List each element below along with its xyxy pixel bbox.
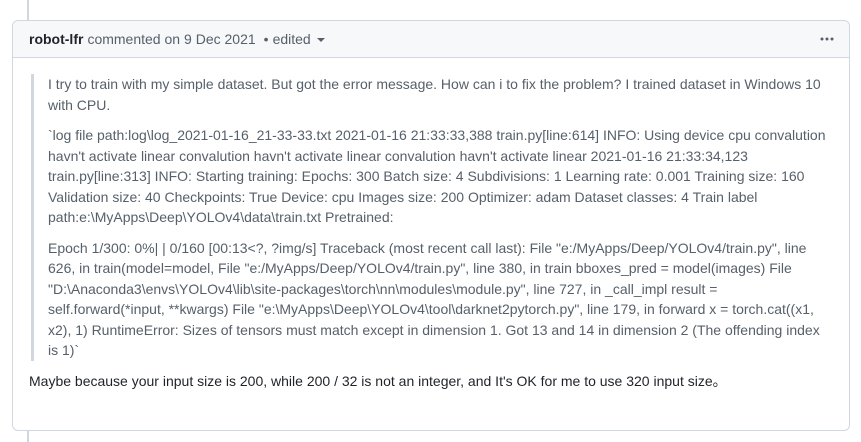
separator-dot: • [263, 31, 269, 47]
quote-paragraph: `log file path:log\log_2021-01-16_21-33-… [48, 127, 826, 225]
quote-paragraph: I try to train with my simple dataset. B… [48, 76, 821, 113]
blockquote: I try to train with my simple dataset. B… [31, 74, 833, 361]
kebab-horizontal-icon [820, 37, 834, 41]
quote-paragraph: Epoch 1/300: 0%| | 0/160 [00:13<?, ?img/… [48, 239, 820, 359]
comment-body: I try to train with my simple dataset. B… [13, 58, 849, 391]
edited-label: edited [272, 31, 311, 47]
comment-date-link[interactable]: 9 Dec 2021 [184, 31, 256, 47]
author-link[interactable]: robot-lfr [29, 31, 83, 47]
comment-action-text: commented on [87, 31, 181, 47]
reply-text: Maybe because your input size is 200, wh… [29, 372, 727, 389]
comment-options-button[interactable] [815, 29, 839, 49]
chevron-down-icon [316, 38, 325, 42]
comment-header: robot-lfr commented on 9 Dec 2021 • edit… [13, 21, 849, 58]
edited-dropdown[interactable]: edited [273, 31, 325, 47]
comment-card: robot-lfr commented on 9 Dec 2021 • edit… [12, 20, 850, 431]
